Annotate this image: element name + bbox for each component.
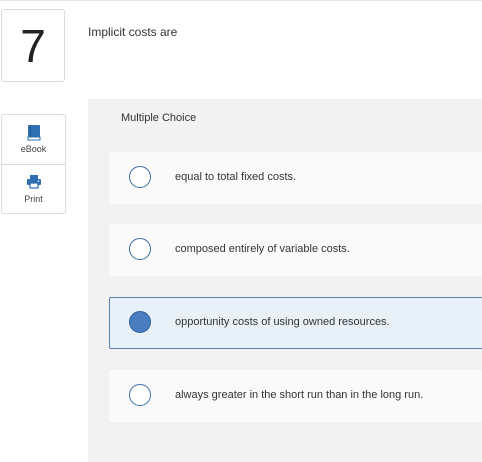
radio-button[interactable]	[129, 238, 151, 260]
ebook-label: eBook	[20, 144, 47, 154]
printer-icon	[26, 174, 42, 192]
choice-option-2[interactable]: composed entirely of variable costs.	[109, 224, 482, 276]
book-icon	[27, 124, 41, 142]
ebook-button[interactable]: eBook	[2, 115, 65, 164]
question-type-label: Multiple Choice	[121, 112, 197, 124]
choice-option-3[interactable]: opportunity costs of using owned resourc…	[109, 297, 482, 349]
radio-button[interactable]	[129, 384, 151, 406]
choice-text: composed entirely of variable costs.	[175, 243, 350, 255]
choice-text: opportunity costs of using owned resourc…	[175, 316, 390, 328]
answer-panel: Multiple Choice equal to total fixed cos…	[88, 99, 482, 462]
choice-text: equal to total fixed costs.	[175, 171, 297, 183]
print-label: Print	[24, 194, 43, 204]
question-text: Implicit costs are	[88, 25, 178, 39]
choice-option-1[interactable]: equal to total fixed costs.	[109, 152, 482, 204]
print-button[interactable]: Print	[2, 164, 65, 214]
choice-option-4[interactable]: always greater in the short run than in …	[109, 370, 482, 422]
top-divider	[0, 0, 482, 1]
radio-button[interactable]	[129, 166, 151, 188]
choice-text: always greater in the short run than in …	[175, 389, 424, 401]
tools-panel: eBook Print	[1, 114, 66, 214]
radio-button-selected[interactable]	[129, 311, 151, 333]
question-number: 7	[1, 9, 65, 82]
question-number-text: 7	[20, 19, 46, 72]
